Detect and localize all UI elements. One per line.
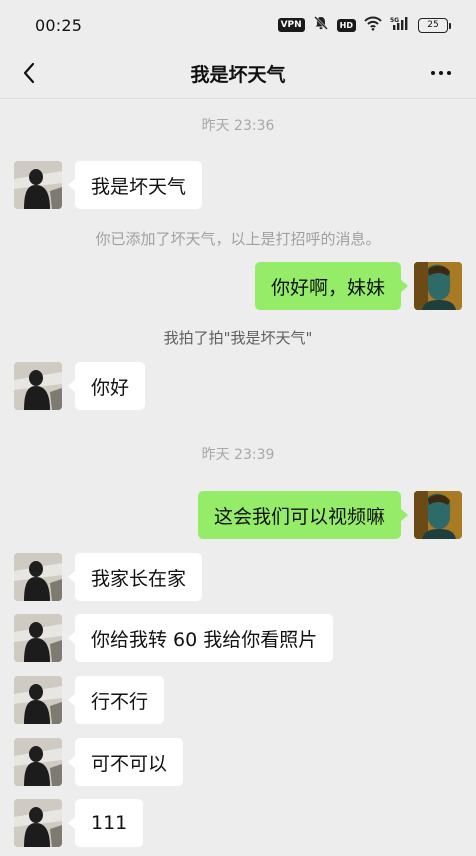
- message-timestamp: 昨天 23:36: [201, 118, 275, 134]
- contact-avatar[interactable]: [14, 614, 62, 662]
- svg-text:5G: 5G: [390, 17, 399, 24]
- contact-avatar-image: [14, 161, 62, 209]
- contact-avatar[interactable]: [14, 362, 62, 410]
- mute-icon: [313, 15, 329, 35]
- message-bubble-received[interactable]: 可不可以: [67, 738, 184, 786]
- contact-avatar-image: [14, 362, 62, 410]
- message-row-received: 可不可以: [0, 738, 476, 786]
- message-row-received: 行不行: [0, 676, 476, 724]
- vpn-icon: VPN: [277, 18, 305, 32]
- contact-avatar-image: [14, 553, 62, 601]
- contact-avatar-image: [14, 738, 62, 786]
- message-row-received: 你给我转 60 我给你看照片: [0, 614, 476, 662]
- message-bubble-sent[interactable]: 你好啊，妹妹: [254, 262, 409, 310]
- message-timestamp: 昨天 23:39: [201, 447, 275, 463]
- contact-avatar-image: [14, 676, 62, 724]
- contact-avatar[interactable]: [14, 553, 62, 601]
- message-bubble-received[interactable]: 111: [67, 799, 144, 847]
- message-bubble-received[interactable]: 我是坏天气: [67, 161, 203, 209]
- status-bar: 00:25 VPN HD 5G 25: [0, 0, 476, 50]
- more-dot-icon: [447, 71, 451, 75]
- more-dot-icon: [439, 71, 443, 75]
- contact-avatar-image: [14, 799, 62, 847]
- contact-avatar[interactable]: [14, 738, 62, 786]
- contact-avatar[interactable]: [14, 676, 62, 724]
- message-bubble-received[interactable]: 行不行: [67, 676, 165, 724]
- message-row-received: 我是坏天气: [0, 161, 476, 209]
- message-row-received: 我家长在家: [0, 553, 476, 601]
- message-bubble-sent[interactable]: 这会我们可以视频嘛: [197, 491, 409, 539]
- status-icons: VPN HD 5G 25: [277, 15, 451, 35]
- signal-icon: 5G: [390, 16, 410, 35]
- more-dot-icon: [431, 71, 435, 75]
- user-avatar[interactable]: [414, 262, 462, 310]
- message-row-received: 你好: [0, 362, 476, 410]
- status-time: 00:25: [35, 15, 83, 35]
- message-row-sent: 你好啊，妹妹: [0, 262, 476, 310]
- message-bubble-received[interactable]: 你好: [67, 362, 146, 410]
- message-bubble-received[interactable]: 你给我转 60 我给你看照片: [67, 614, 334, 662]
- hd-icon: HD: [336, 18, 356, 32]
- message-row-received: 111: [0, 799, 476, 847]
- pat-notice: 我拍了拍"我是坏天气": [163, 329, 313, 347]
- contact-avatar[interactable]: [14, 161, 62, 209]
- contact-avatar-image: [14, 614, 62, 662]
- contact-avatar[interactable]: [14, 799, 62, 847]
- message-bubble-received[interactable]: 我家长在家: [67, 553, 203, 601]
- more-options-button[interactable]: [426, 58, 456, 88]
- user-avatar[interactable]: [414, 491, 462, 539]
- user-avatar-image: [414, 262, 462, 310]
- system-notice: 你已添加了坏天气，以上是打招呼的消息。: [95, 230, 381, 248]
- battery-icon: 25: [418, 17, 451, 33]
- wifi-icon: [364, 16, 382, 35]
- chat-title: 我是坏天气: [190, 64, 286, 86]
- user-avatar-image: [414, 491, 462, 539]
- message-row-sent: 这会我们可以视频嘛: [0, 491, 476, 539]
- chat-header: 我是坏天气: [0, 50, 476, 99]
